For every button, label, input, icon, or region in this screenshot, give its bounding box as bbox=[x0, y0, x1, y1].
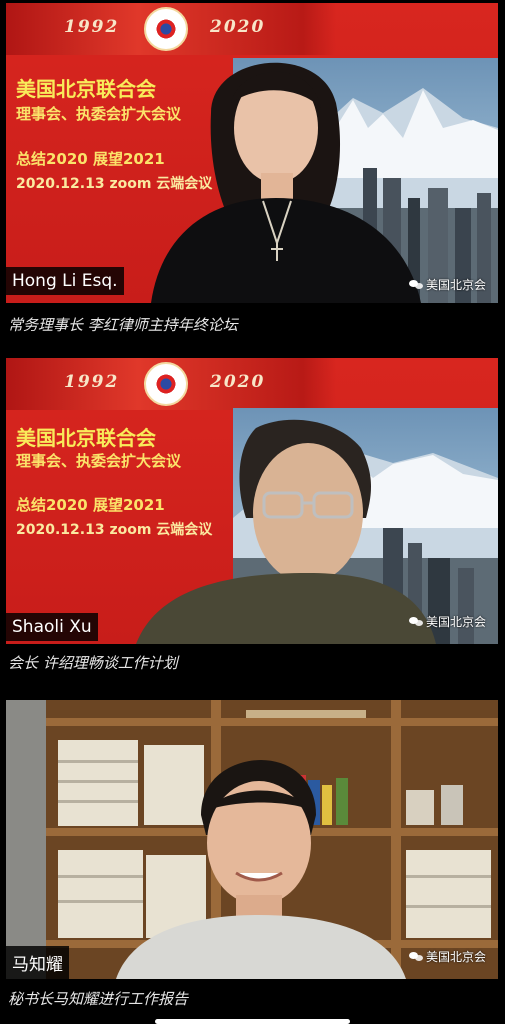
video-tile-hong-li[interactable]: 1992 2020 美国北京联合会 理事会、执委会扩大会议 总结2020 展望2… bbox=[6, 3, 498, 303]
caption-1: 常务理事长 李红律师主持年终论坛 bbox=[8, 316, 238, 334]
wechat-icon bbox=[408, 951, 423, 962]
wechat-icon bbox=[408, 279, 423, 290]
year-end: 2020 bbox=[210, 372, 266, 392]
slide-org-name: 美国北京联合会 bbox=[16, 77, 156, 101]
association-emblem-icon bbox=[144, 362, 188, 406]
year-start: 1992 bbox=[64, 372, 120, 392]
slide-banner: 1992 2020 bbox=[6, 358, 336, 410]
participant-hong-li bbox=[151, 62, 421, 303]
wechat-icon bbox=[408, 616, 423, 627]
watermark-text: 美国北京会 bbox=[425, 615, 486, 629]
participant-name-tag: Hong Li Esq. bbox=[6, 267, 124, 295]
participant-ma-zhiyao bbox=[116, 760, 406, 979]
caption-3: 秘书长马知耀进行工作报告 bbox=[8, 990, 189, 1008]
video-tile-ma-zhiyao[interactable]: 马知耀 美国北京会 bbox=[6, 700, 498, 979]
caption-2: 会长 许绍理畅谈工作计划 bbox=[8, 654, 178, 672]
watermark: 美国北京会 bbox=[408, 948, 486, 965]
watermark: 美国北京会 bbox=[408, 276, 486, 293]
watermark: 美国北京会 bbox=[408, 613, 486, 630]
watermark-text: 美国北京会 bbox=[425, 278, 486, 292]
video-tile-shaoli-xu[interactable]: 1992 2020 美国北京联合会 理事会、执委会扩大会议 总结2020 展望2… bbox=[6, 358, 498, 644]
home-indicator[interactable] bbox=[155, 1019, 350, 1024]
watermark-text: 美国北京会 bbox=[425, 950, 486, 964]
slide-org-name: 美国北京联合会 bbox=[16, 426, 156, 450]
slide-theme: 总结2020 展望2021 bbox=[16, 150, 165, 168]
participant-shaoli-xu bbox=[136, 419, 436, 644]
year-start: 1992 bbox=[64, 17, 120, 37]
participant-name-tag: 马知耀 bbox=[6, 946, 69, 979]
participant-name-tag: Shaoli Xu bbox=[6, 613, 98, 641]
